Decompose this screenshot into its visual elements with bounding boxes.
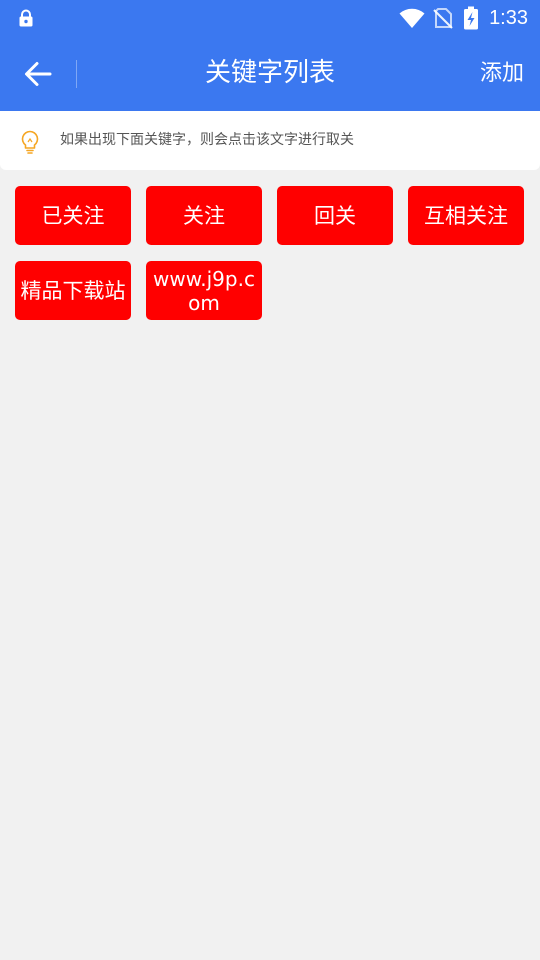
tip-card: 如果出现下面关键字，则会点击该文字进行取关 — [0, 111, 540, 170]
wifi-icon — [399, 8, 425, 28]
toolbar: 关键字列表 添加 — [0, 36, 540, 111]
arrow-left-icon — [25, 62, 52, 86]
status-icons: 1:33 — [399, 6, 528, 30]
page-title: 关键字列表 — [204, 58, 335, 88]
back-button[interactable] — [14, 54, 62, 94]
status-bar: 1:33 — [0, 0, 540, 36]
keyword-item[interactable]: 回关 — [277, 186, 393, 245]
keyword-item[interactable]: 精品下载站 — [15, 261, 131, 320]
battery-charging-icon — [464, 6, 479, 30]
tip-text: 如果出现下面关键字，则会点击该文字进行取关 — [60, 132, 354, 148]
keyword-item[interactable]: www.j9p.com — [146, 261, 262, 320]
lightbulb-icon — [21, 130, 39, 154]
keyword-item[interactable]: 互相关注 — [408, 186, 524, 245]
app-header: 1:33 关键字列表 添加 — [0, 0, 540, 111]
toolbar-divider — [76, 60, 77, 88]
add-button[interactable]: 添加 — [480, 54, 524, 94]
status-time: 1:33 — [489, 7, 528, 29]
keyword-item[interactable]: 已关注 — [15, 186, 131, 245]
no-sim-icon — [433, 8, 453, 29]
lock-icon — [19, 9, 33, 27]
keyword-item[interactable]: 关注 — [146, 186, 262, 245]
